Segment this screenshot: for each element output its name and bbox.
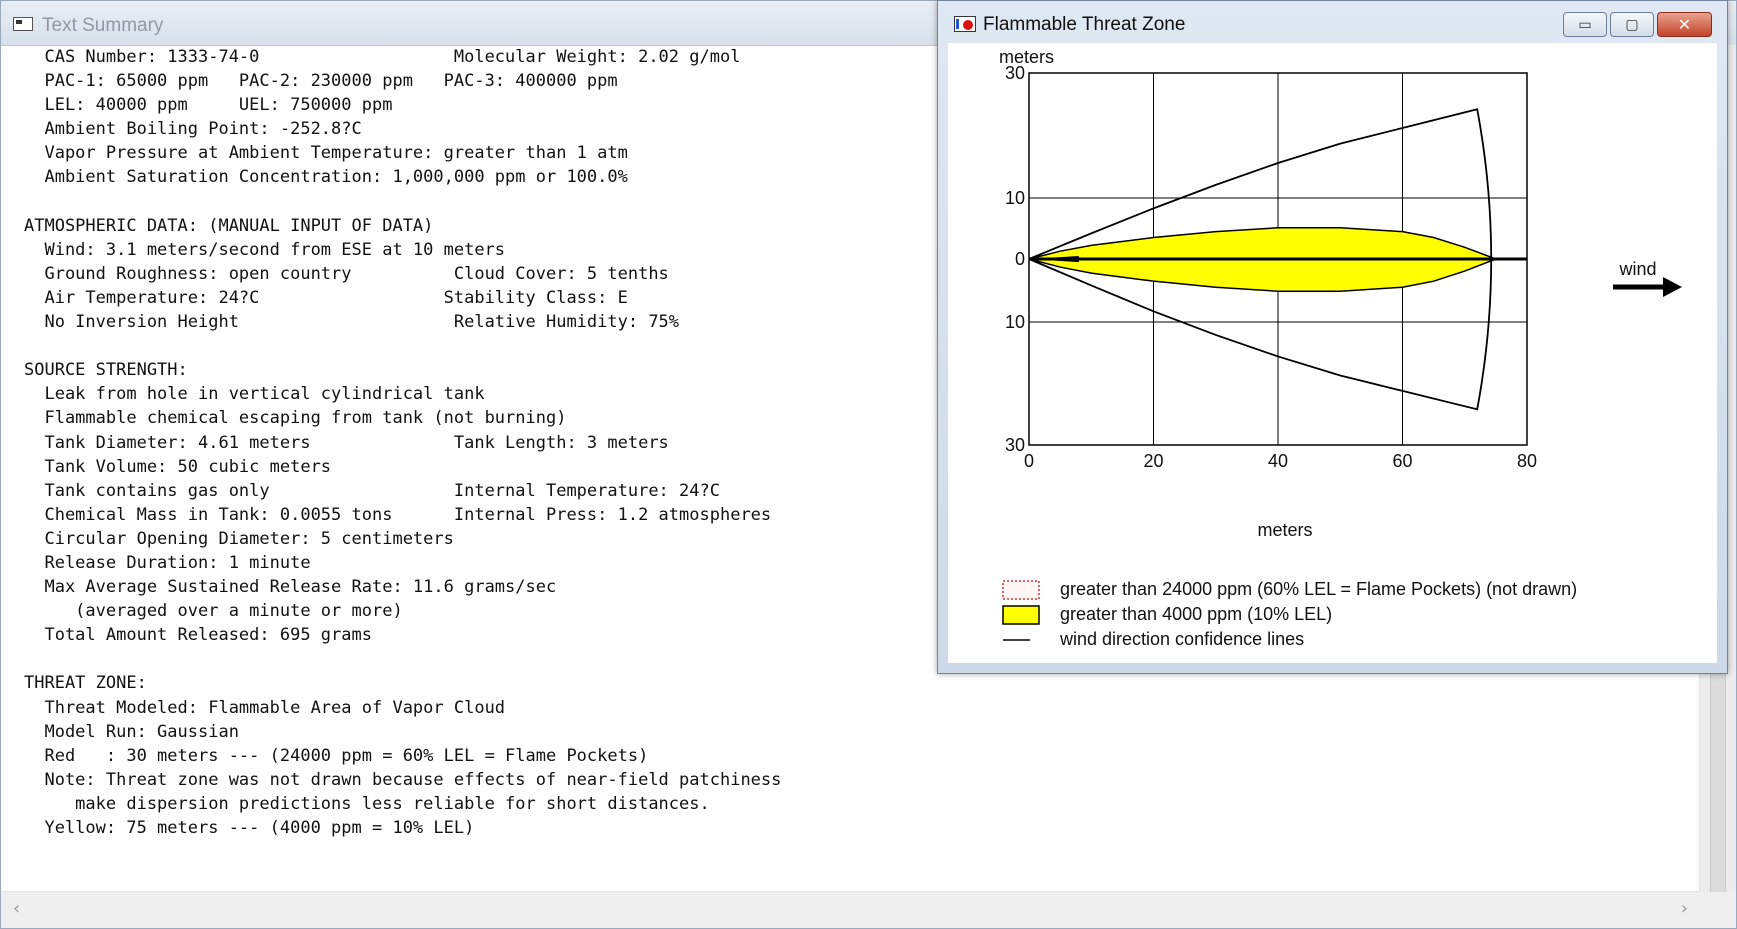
threat-zone-app-icon — [954, 16, 976, 32]
close-icon: ✕ — [1677, 15, 1692, 34]
summary-line: Note: Threat zone was not drawn because … — [24, 769, 782, 790]
text-summary-title: Text Summary — [42, 15, 164, 36]
maximize-button[interactable]: ▢ — [1610, 12, 1654, 37]
maximize-icon: ▢ — [1625, 16, 1639, 33]
y-tick-label: 10 — [1005, 188, 1025, 208]
threat-zone-titlebar[interactable]: Flammable Threat Zone ▭ ▢ ✕ — [938, 1, 1727, 43]
legend-label-yellow-zone: greater than 4000 ppm (10% LEL) — [1060, 604, 1332, 624]
x-axis-label: meters — [1257, 520, 1312, 540]
legend-label-confidence-lines: wind direction confidence lines — [1059, 629, 1304, 649]
x-tick-label: 80 — [1517, 451, 1537, 471]
y-tick-label: 10 — [1005, 312, 1025, 332]
wind-arrow-icon — [1613, 277, 1682, 297]
wind-label: wind — [1618, 259, 1656, 279]
close-button[interactable]: ✕ — [1657, 12, 1712, 37]
summary-line: Threat Modeled: Flammable Area of Vapor … — [24, 697, 506, 718]
x-tick-label: 20 — [1143, 451, 1163, 471]
legend-item-yellow-zone: greater than 4000 ppm (10% LEL) — [1002, 604, 1332, 625]
y-tick-label: 0 — [1015, 249, 1025, 269]
threat-zone-plot-area: 0 20 40 60 80 30 10 0 10 30 meters meters wind gr… — [948, 43, 1717, 663]
legend-item-confidence-lines: wind direction confidence lines — [1003, 629, 1304, 649]
minimize-button[interactable]: ▭ — [1563, 12, 1607, 37]
horizontal-scrollbar[interactable]: ‹ › — [1, 891, 1700, 928]
x-tick-label: 0 — [1024, 451, 1034, 471]
summary-line: Model Run: Gaussian — [24, 721, 239, 742]
legend-label-flame-pockets: greater than 24000 ppm (60% LEL = Flame … — [1060, 579, 1577, 599]
vertical-scroll-thumb[interactable] — [1710, 673, 1726, 905]
text-summary-app-icon — [13, 17, 33, 31]
scroll-right-arrow-icon[interactable]: › — [1681, 898, 1688, 919]
y-tick-label: 30 — [1005, 435, 1025, 455]
summary-line: make dispersion predictions less reliabl… — [24, 793, 710, 814]
legend-swatch-yellow — [1002, 605, 1040, 625]
scroll-left-arrow-icon[interactable]: ‹ — [13, 898, 20, 919]
threat-zone-chart: 0 20 40 60 80301001030 meters meters wind gr… — [999, 47, 1682, 649]
summary-line: THREAT ZONE: — [24, 673, 147, 694]
resize-grip-icon[interactable] — [1700, 892, 1736, 928]
legend-swatch-red — [1002, 580, 1040, 600]
threat-zone-title: Flammable Threat Zone — [983, 14, 1186, 35]
summary-line: Yellow: 75 meters --- (4000 ppm = 10% LE… — [24, 818, 475, 838]
summary-line: Red : 30 meters --- (24000 ppm = 60% LEL… — [24, 745, 649, 766]
y-unit-label: meters — [999, 47, 1054, 67]
threat-zone-window: Flammable Threat Zone ▭ ▢ ✕ 0 20 40 60 80 30 1… — [937, 0, 1728, 674]
minimize-icon: ▭ — [1578, 16, 1592, 33]
x-tick-label: 60 — [1392, 451, 1412, 471]
legend: greater than 24000 ppm (60% LEL = Flame … — [1002, 579, 1577, 649]
legend-item-flame-pockets: greater than 24000 ppm (60% LEL = Flame … — [1002, 579, 1577, 600]
x-tick-label: 40 — [1268, 451, 1288, 471]
